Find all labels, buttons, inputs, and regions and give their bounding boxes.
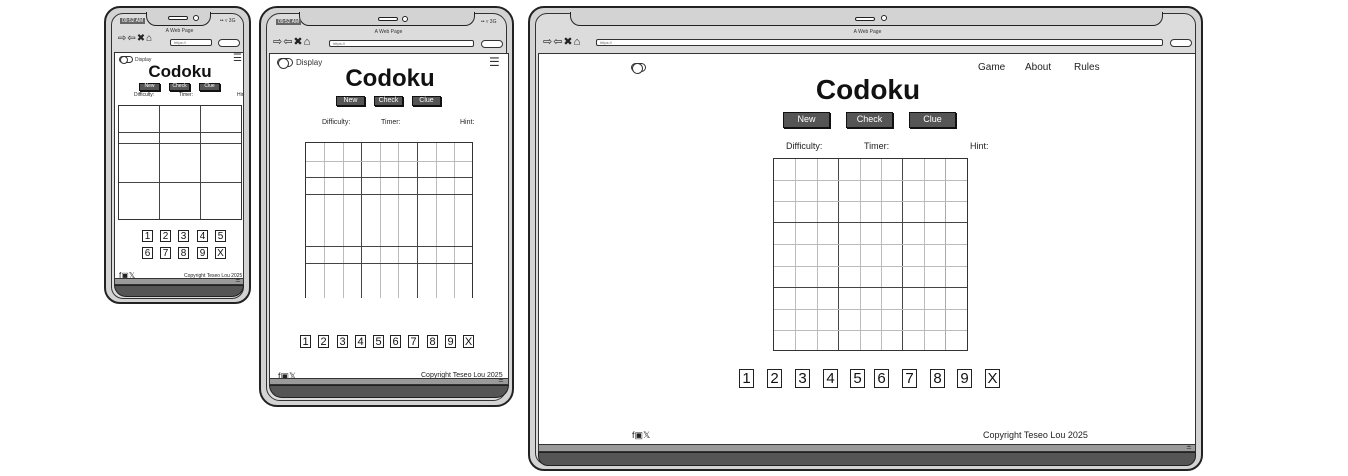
number-button-9[interactable]: 9: [445, 335, 456, 348]
resize-icon[interactable]: ≐: [235, 277, 241, 285]
url-bar[interactable]: https://: [170, 39, 212, 46]
sudoku-grid[interactable]: [118, 105, 242, 220]
sudoku-grid[interactable]: [773, 158, 968, 351]
hint-label: Hint:: [460, 119, 475, 126]
status-time: 09:52 AM: [276, 19, 302, 25]
tablet-chin: [269, 385, 509, 398]
clue-button[interactable]: Clue: [909, 112, 956, 128]
browser-nav-icons[interactable]: ⇨⇦✖⌂: [543, 35, 581, 48]
timer-label: Timer:: [864, 141, 890, 151]
phone-mockup: 09:52 AM •• ▿ 3G A Web Page ⇨⇦✖⌂ https:/…: [104, 6, 251, 304]
phone-screen: Display ☰ Codoku New Check Clue Difficul…: [114, 52, 244, 284]
instagram-icon[interactable]: ▣: [635, 430, 644, 440]
number-button-8[interactable]: 8: [930, 369, 945, 388]
tablet-camera: [402, 16, 408, 22]
search-icon[interactable]: [481, 40, 503, 48]
number-button-7[interactable]: 7: [408, 335, 419, 348]
status-signal: •• ▿ 3G: [481, 19, 497, 25]
number-button-1[interactable]: 1: [142, 230, 153, 242]
url-bar[interactable]: https://: [329, 40, 474, 47]
status-signal: •• ▿ 3G: [220, 18, 236, 24]
phone-chin: [114, 285, 244, 297]
url-bar[interactable]: https://: [596, 39, 1163, 46]
number-button-1[interactable]: 1: [739, 369, 754, 388]
desktop-mockup: A Web Page ⇨⇦✖⌂ https:// Game About Rule…: [528, 6, 1203, 471]
number-button-2[interactable]: 2: [318, 335, 329, 348]
new-button[interactable]: New: [783, 112, 830, 128]
check-button[interactable]: Check: [169, 83, 190, 91]
sudoku-grid[interactable]: [305, 142, 473, 298]
tablet-mockup: 09:52 AM •• ▿ 3G A Web Page ⇨⇦✖⌂ https:/…: [259, 6, 514, 407]
hint-label: Hint:: [970, 141, 989, 151]
x-icon[interactable]: 𝕏: [643, 430, 650, 440]
number-button-2[interactable]: 2: [160, 230, 171, 242]
difficulty-label: Difficulty:: [134, 92, 155, 98]
clue-button[interactable]: Clue: [199, 83, 220, 91]
timer-label: Timer:: [381, 119, 401, 126]
number-button-7[interactable]: 7: [160, 247, 171, 259]
number-button-9[interactable]: 9: [957, 369, 972, 388]
number-button-3[interactable]: 3: [178, 230, 189, 242]
browser-bottom-bar: [269, 378, 509, 385]
phone-speaker: [168, 16, 188, 20]
desktop-chin: [538, 452, 1196, 466]
number-button-5[interactable]: 5: [373, 335, 384, 348]
number-button-4[interactable]: 4: [823, 369, 838, 388]
phone-camera: [193, 15, 199, 21]
browser-nav-icons[interactable]: ⇨⇦✖⌂: [273, 35, 311, 48]
difficulty-label: Difficulty:: [322, 119, 351, 126]
desktop-speaker: [855, 17, 875, 21]
social-icons[interactable]: f▣𝕏: [632, 430, 650, 441]
browser-bottom-bar: [114, 278, 244, 285]
difficulty-label: Difficulty:: [786, 141, 823, 151]
tablet-speaker: [378, 17, 398, 21]
status-time: 09:52 AM: [120, 18, 146, 24]
browser-bottom-bar: [538, 444, 1196, 452]
browser-page-title: A Web Page: [853, 29, 882, 35]
number-button-6[interactable]: 6: [874, 369, 889, 388]
tablet-screen: Display ☰ Codoku New Check Clue Difficul…: [269, 53, 509, 383]
number-button-1[interactable]: 1: [300, 335, 311, 348]
number-button-6[interactable]: 6: [390, 335, 401, 348]
resize-icon[interactable]: ≐: [498, 377, 504, 385]
search-icon[interactable]: [1170, 39, 1192, 47]
number-button-9[interactable]: 9: [197, 247, 208, 259]
page-title: Codoku: [815, 74, 921, 105]
number-button-8[interactable]: 8: [427, 335, 438, 348]
nav-rules[interactable]: Rules: [1074, 62, 1100, 73]
desktop-camera: [881, 15, 887, 21]
number-button-2[interactable]: 2: [767, 369, 782, 388]
number-button-7[interactable]: 7: [902, 369, 917, 388]
number-button-6[interactable]: 6: [142, 247, 153, 259]
clear-button[interactable]: X: [463, 335, 474, 348]
page-title: Codoku: [345, 65, 435, 92]
nav-about[interactable]: About: [1025, 62, 1051, 73]
search-icon[interactable]: [218, 39, 240, 47]
desktop-screen: Game About Rules Codoku New Check Clue D…: [538, 53, 1196, 445]
timer-label: Timer:: [179, 92, 193, 98]
number-button-5[interactable]: 5: [215, 230, 226, 242]
display-toggle[interactable]: [631, 63, 646, 74]
number-button-3[interactable]: 3: [337, 335, 348, 348]
number-button-4[interactable]: 4: [197, 230, 208, 242]
nav-game[interactable]: Game: [978, 62, 1005, 73]
hint-label: Hint:: [237, 92, 243, 98]
new-button[interactable]: New: [139, 83, 160, 91]
check-button[interactable]: Check: [374, 96, 403, 106]
copyright-text: Copyright Teseo Lou 2025: [983, 430, 1088, 440]
number-button-5[interactable]: 5: [850, 369, 865, 388]
number-button-8[interactable]: 8: [178, 247, 189, 259]
clear-button[interactable]: X: [215, 247, 226, 259]
number-button-4[interactable]: 4: [355, 335, 366, 348]
page-title: Codoku: [148, 62, 212, 81]
new-button[interactable]: New: [336, 96, 365, 106]
browser-nav-icons[interactable]: ⇨⇦✖⌂: [118, 33, 153, 44]
number-button-3[interactable]: 3: [795, 369, 810, 388]
resize-icon[interactable]: ≐: [1186, 444, 1192, 452]
clue-button[interactable]: Clue: [412, 96, 441, 106]
check-button[interactable]: Check: [846, 112, 893, 128]
clear-button[interactable]: X: [985, 369, 1000, 388]
